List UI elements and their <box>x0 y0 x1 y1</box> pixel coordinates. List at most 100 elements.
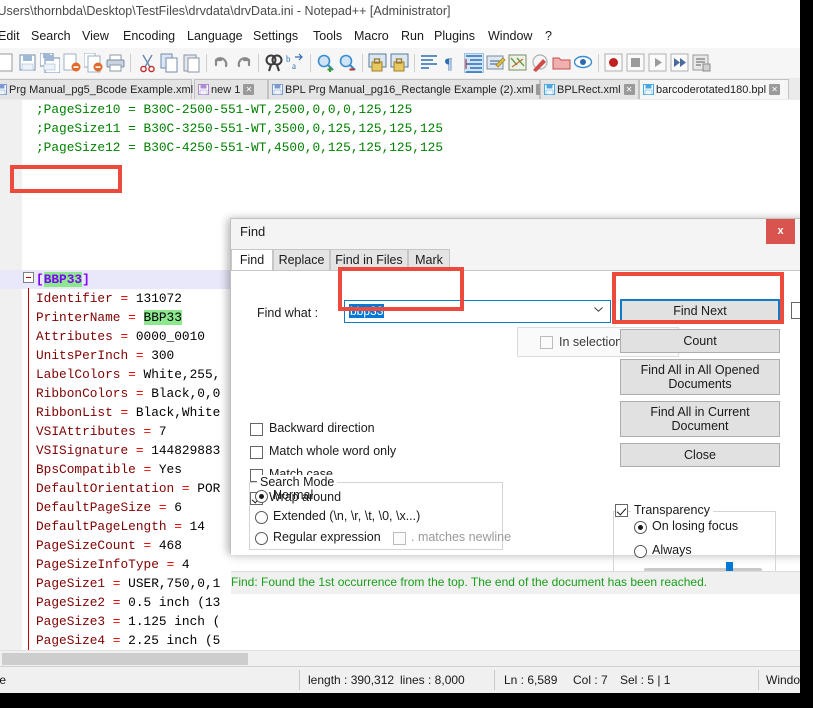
horizontal-scrollbar-thumb[interactable] <box>2 653 248 665</box>
code-token: PageSize3 <box>36 614 113 629</box>
code-token: PageSize2 <box>36 595 113 610</box>
window-title: \Users\thornbda\Desktop\TestFiles\drvdat… <box>0 4 450 18</box>
in-selection-checkbox[interactable] <box>540 336 553 349</box>
code-token: = <box>113 576 128 591</box>
fold-collapse-icon[interactable] <box>23 272 34 283</box>
playback-icon[interactable] <box>648 53 668 73</box>
match-whole-word-only-checkbox[interactable] <box>250 446 263 459</box>
word-wrap-icon[interactable] <box>420 53 440 73</box>
undo-icon[interactable] <box>212 53 232 73</box>
close-file-icon[interactable] <box>62 53 82 73</box>
count-button[interactable]: Count <box>620 329 780 353</box>
search-mode-regular-expression-label: Regular expression <box>273 530 381 544</box>
menu-item-settings[interactable]: Settings <box>253 29 298 43</box>
find-what-label: Find what : <box>257 306 318 320</box>
chevron-down-icon[interactable] <box>594 307 603 312</box>
menu-item-plugins[interactable]: Plugins <box>434 29 475 43</box>
code-token: Black,0,0 <box>151 386 220 401</box>
undo-icon-glyph <box>212 53 232 73</box>
close-icon[interactable]: x <box>766 219 795 244</box>
cut-icon[interactable] <box>138 53 158 73</box>
find-dialog-tab-find[interactable]: Find <box>231 249 273 271</box>
record-macro-icon-glyph <box>604 53 624 73</box>
menu-item-view[interactable]: View <box>82 29 109 43</box>
transparency-checkbox[interactable] <box>615 504 628 517</box>
code-token: = <box>120 405 135 420</box>
indent-guide-icon[interactable] <box>464 53 484 73</box>
replace-icon[interactable]: ba <box>286 53 306 73</box>
menu-item-language[interactable]: Language <box>187 29 243 43</box>
document-tab[interactable]: barcoderotated180.bpl✕ <box>639 79 789 99</box>
save-macro-icon-glyph <box>692 53 712 73</box>
document-tab-label: Prg Manual_pg5_Bcode Example.xml <box>9 84 193 96</box>
document-tab[interactable]: new 1✕ <box>194 79 268 99</box>
backward-direction-checkbox[interactable] <box>250 423 263 436</box>
menu-item-window[interactable]: Window <box>488 29 532 43</box>
stop-recording-icon-glyph <box>626 53 646 73</box>
zoom-out-icon[interactable] <box>338 53 358 73</box>
find-all-in-all-opened-documents-button[interactable]: Find All in All Opened Documents <box>620 359 780 395</box>
code-token: LabelColors <box>36 367 128 382</box>
find-next-button[interactable]: Find Next <box>620 299 780 323</box>
paste-icon[interactable] <box>182 53 202 73</box>
menu-item-run[interactable]: Run <box>401 29 424 43</box>
show-all-chars-icon[interactable]: ¶ <box>442 53 462 73</box>
doc-map-icon[interactable] <box>508 53 528 73</box>
print-icon[interactable] <box>106 53 126 73</box>
menu-item-edit[interactable]: Edit <box>0 29 20 43</box>
document-tab[interactable]: BPLRect.xml✕ <box>540 79 639 99</box>
doc-map-icon-glyph <box>508 53 528 73</box>
menu-item-encoding[interactable]: Encoding <box>123 29 175 43</box>
zoom-in-icon[interactable] <box>316 53 336 73</box>
run-macro-multiple-icon-glyph <box>670 53 690 73</box>
close-button[interactable]: Close <box>620 443 780 467</box>
find-dialog-tab-mark[interactable]: Mark <box>408 249 450 271</box>
transparency-always-radio[interactable] <box>634 545 647 558</box>
document-tab[interactable]: Prg Manual_pg5_Bcode Example.xml✕ <box>0 79 192 99</box>
sync-horizontal-scroll-icon[interactable] <box>390 53 410 73</box>
find-all-in-current-document-button[interactable]: Find All in Current Document <box>620 401 780 437</box>
save-macro-icon[interactable] <box>692 53 712 73</box>
monitoring-icon[interactable] <box>574 53 594 73</box>
document-tab[interactable]: BPL Prg Manual_pg16_Rectangle Example (2… <box>268 79 540 99</box>
close-all-icon[interactable] <box>84 53 104 73</box>
search-mode-extended-label: Extended (\n, \r, \t, \0, \x...) <box>273 509 420 523</box>
record-macro-icon[interactable] <box>604 53 624 73</box>
matches-newline-checkbox[interactable] <box>393 532 406 545</box>
redo-icon[interactable] <box>234 53 254 73</box>
sync-vertical-scroll-icon[interactable] <box>368 53 388 73</box>
find-dialog-tab-replace[interactable]: Replace <box>273 249 330 271</box>
close-tab-icon[interactable]: ✕ <box>769 84 780 95</box>
find-dialog: Find x FindReplaceFind in FilesMark Find… <box>230 218 800 553</box>
menu-item--[interactable]: ? <box>545 29 552 43</box>
search-mode-regular-expression-radio[interactable] <box>255 532 268 545</box>
horizontal-scrollbar[interactable] <box>0 650 800 667</box>
menu-item-search[interactable]: Search <box>31 29 71 43</box>
keep-dialog-open-checkbox[interactable] <box>791 302 800 319</box>
search-mode-normal-radio[interactable] <box>255 490 268 503</box>
search-mode-extended-radio[interactable] <box>255 511 268 524</box>
find-all-opened-line1: Find All in All Opened <box>621 363 779 377</box>
stop-recording-icon[interactable] <box>626 53 646 73</box>
run-macro-multiple-icon[interactable] <box>670 53 690 73</box>
code-token: = <box>136 386 151 401</box>
folder-as-workspace-icon[interactable] <box>552 53 572 73</box>
save-all-icon[interactable] <box>40 53 60 73</box>
transparency-on-losing-focus-radio[interactable] <box>634 521 647 534</box>
save-icon[interactable] <box>18 53 38 73</box>
menu-item-macro[interactable]: Macro <box>354 29 389 43</box>
code-token: = <box>159 500 174 515</box>
copy-icon[interactable] <box>160 53 180 73</box>
transparency-label: Transparency <box>631 503 713 517</box>
find-icon[interactable] <box>264 53 284 73</box>
new-file-icon[interactable] <box>0 53 16 73</box>
function-list-icon[interactable] <box>530 53 550 73</box>
find-dialog-tab-find-in-files[interactable]: Find in Files <box>330 249 408 271</box>
fold-margin[interactable] <box>22 100 36 650</box>
close-tab-icon[interactable]: ✕ <box>243 84 254 95</box>
search-input[interactable]: bbp33 <box>344 300 611 323</box>
menu-item-tools[interactable]: Tools <box>313 29 342 43</box>
code-line: PageSize1 = USER,750,0,1 <box>36 574 220 593</box>
udl-dialog-icon[interactable] <box>486 53 506 73</box>
close-tab-icon[interactable]: ✕ <box>624 84 635 95</box>
